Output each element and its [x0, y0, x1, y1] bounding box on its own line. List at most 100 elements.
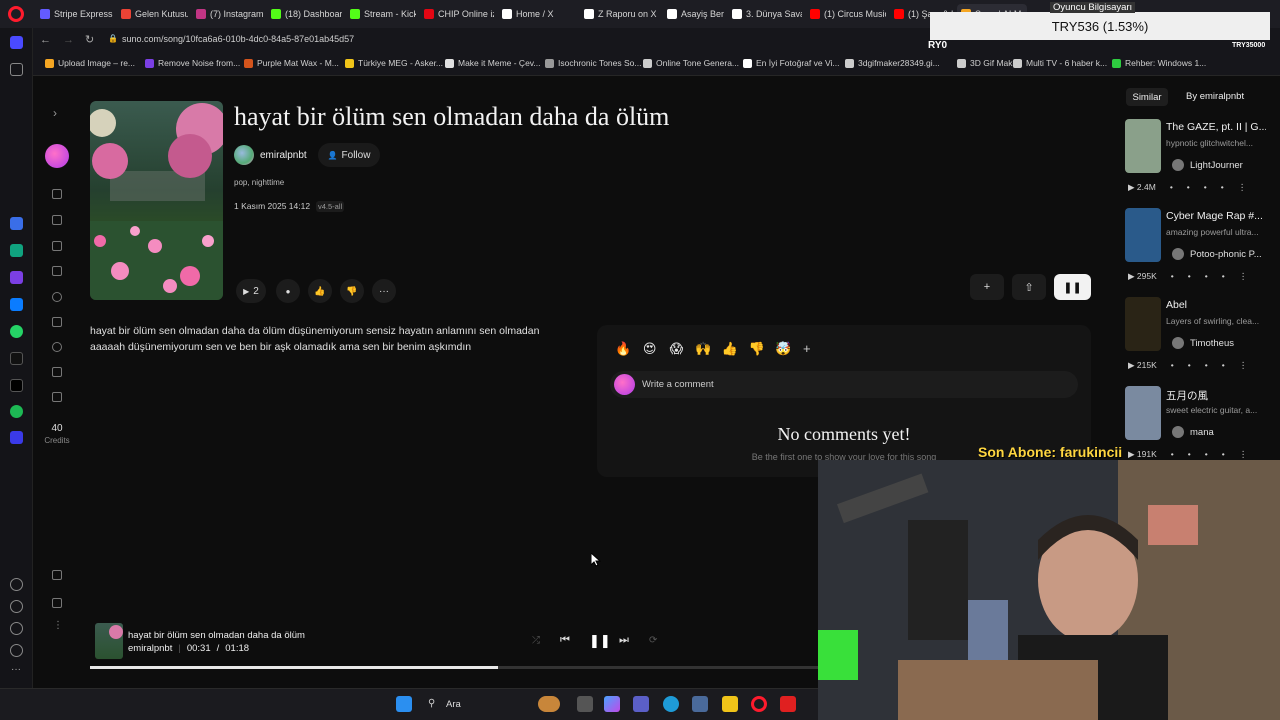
- app-icon[interactable]: [10, 271, 23, 284]
- spotify-icon[interactable]: [10, 405, 23, 418]
- history-icon[interactable]: [10, 600, 23, 613]
- bookmark-item[interactable]: Türkiye MEG - Asker...: [345, 58, 443, 68]
- similar-song-author[interactable]: Timotheus: [1172, 337, 1234, 349]
- author-avatar[interactable]: [234, 145, 254, 165]
- bookmark-item[interactable]: Remove Noise from...: [145, 58, 240, 68]
- comment-placeholder[interactable]: Write a comment: [642, 379, 714, 390]
- taskbar-search-icon[interactable]: ⚲: [428, 698, 435, 709]
- windows-start-icon[interactable]: [396, 696, 412, 712]
- player-artist[interactable]: emiralpnbt: [128, 643, 172, 654]
- comment-icon[interactable]: •: [1205, 449, 1208, 460]
- similar-song-thumbnail[interactable]: [1125, 297, 1161, 351]
- more-options-button[interactable]: ···: [372, 279, 396, 303]
- home-icon[interactable]: [10, 36, 23, 49]
- similar-song-title[interactable]: 五月の風: [1166, 388, 1266, 403]
- reaction-emoji[interactable]: 🤯: [775, 341, 791, 357]
- bookmark-item[interactable]: Purple Mat Wax - M...: [244, 58, 339, 68]
- share-icon[interactable]: •: [1222, 449, 1225, 460]
- comment-icon[interactable]: •: [1205, 271, 1208, 282]
- share-button[interactable]: ⇧: [1012, 274, 1046, 300]
- browser-tab[interactable]: Z Raporu on X: [580, 4, 659, 24]
- bookmark-item[interactable]: En İyi Fotoğraf ve Vi...: [743, 58, 839, 68]
- aria-icon[interactable]: [10, 217, 23, 230]
- back-icon[interactable]: ←: [40, 34, 51, 46]
- shuffle-icon[interactable]: ⤮: [532, 635, 540, 646]
- reload-icon[interactable]: ↻: [85, 33, 94, 46]
- thumbs-down-icon[interactable]: •: [1188, 449, 1191, 460]
- whatsapp-icon[interactable]: [10, 325, 23, 338]
- tab-similar[interactable]: Similar: [1126, 88, 1168, 106]
- more-icon[interactable]: ···: [11, 664, 21, 675]
- file-explorer-icon[interactable]: [722, 696, 738, 712]
- dislike-button[interactable]: 👎: [340, 279, 364, 303]
- library-nav-icon[interactable]: [52, 266, 62, 276]
- similar-song-author[interactable]: mana: [1172, 426, 1214, 438]
- app-taskbar-icon[interactable]: [780, 696, 796, 712]
- more-reactions-icon[interactable]: +: [803, 341, 811, 356]
- trash-nav-icon[interactable]: [52, 570, 62, 580]
- bookmark-item[interactable]: 3dgifmaker28349.gi...: [845, 58, 940, 68]
- create-nav-icon[interactable]: [52, 215, 62, 225]
- edge-icon[interactable]: [663, 696, 679, 712]
- teams-icon[interactable]: [633, 696, 649, 712]
- thumbs-down-icon[interactable]: •: [1187, 182, 1190, 193]
- reaction-emoji[interactable]: 👍: [722, 341, 738, 357]
- star-icon[interactable]: [10, 63, 23, 76]
- like-button[interactable]: 👍: [308, 279, 332, 303]
- more-icon[interactable]: ⋮: [1239, 271, 1248, 282]
- more-nav-icon[interactable]: ⋮: [53, 620, 63, 631]
- bookmark-item[interactable]: Upload Image – re...: [45, 58, 135, 68]
- follow-button[interactable]: 👤 Follow: [318, 143, 380, 167]
- browser-tab[interactable]: CHIP Online iz: [420, 4, 494, 24]
- browser-tab[interactable]: 3. Dünya Savaş: [728, 4, 802, 24]
- explore-nav-icon[interactable]: [52, 342, 62, 352]
- reaction-emoji[interactable]: 😍: [642, 341, 658, 357]
- bookmark-item[interactable]: Isochronic Tones So...: [545, 58, 641, 68]
- share-icon[interactable]: •: [1221, 182, 1224, 193]
- comment-button[interactable]: ●: [276, 279, 300, 303]
- play-count[interactable]: ▶ 2.4M: [1128, 182, 1156, 193]
- tiktok-icon[interactable]: [10, 352, 23, 365]
- copilot-icon[interactable]: [604, 696, 620, 712]
- thumbs-down-icon[interactable]: •: [1188, 271, 1191, 282]
- browser-tab[interactable]: (1) Circus Music: [806, 4, 886, 24]
- player-cover[interactable]: [95, 623, 123, 659]
- browser-tab[interactable]: Gelen Kutusu (: [117, 4, 188, 24]
- docs-nav-icon[interactable]: [52, 598, 62, 608]
- browser-tab[interactable]: Stripe Express: [36, 4, 113, 24]
- player-pause-icon[interactable]: ❚❚: [589, 633, 611, 649]
- pause-button[interactable]: ❚❚: [1054, 274, 1091, 300]
- thumbs-up-icon[interactable]: •: [1171, 360, 1174, 371]
- player-song-title[interactable]: hayat bir ölüm sen olmadan daha da ölüm: [128, 630, 305, 641]
- progress-bar[interactable]: [90, 666, 818, 669]
- play-count[interactable]: ▶ 191K: [1128, 449, 1157, 460]
- more-icon[interactable]: ⋮: [1238, 182, 1247, 193]
- similar-song-thumbnail[interactable]: [1125, 208, 1161, 262]
- previous-icon[interactable]: ⏮: [560, 634, 570, 647]
- expand-sidebar-icon[interactable]: ›: [53, 106, 57, 120]
- similar-song-title[interactable]: Abel: [1166, 299, 1266, 311]
- search-nav-icon[interactable]: [52, 292, 62, 302]
- x-icon[interactable]: [10, 379, 23, 392]
- similar-song-title[interactable]: Cyber Mage Rap #...: [1166, 210, 1266, 222]
- radio-nav-icon[interactable]: [52, 367, 62, 377]
- bookmark-item[interactable]: Rehber: Windows 1...: [1112, 58, 1206, 68]
- more-icon[interactable]: ⋮: [1239, 360, 1248, 371]
- similar-song-author[interactable]: Potoo-phonic P...: [1172, 248, 1262, 260]
- next-icon[interactable]: ⏭: [619, 634, 629, 647]
- reaction-emoji[interactable]: 😱: [668, 341, 684, 357]
- author-name[interactable]: emiralpnbt: [260, 150, 307, 161]
- similar-song-thumbnail[interactable]: [1125, 119, 1161, 173]
- messenger-icon[interactable]: [10, 298, 23, 311]
- play-count[interactable]: ▶ 295K: [1128, 271, 1157, 282]
- play-count-button[interactable]: ▶ 2: [236, 279, 266, 303]
- thumbs-up-icon[interactable]: •: [1171, 271, 1174, 282]
- thumbs-up-icon[interactable]: •: [1170, 182, 1173, 193]
- browser-tab[interactable]: (18) Dashboard: [267, 4, 342, 24]
- opera-taskbar-icon[interactable]: [751, 696, 767, 712]
- similar-song-thumbnail[interactable]: [1125, 386, 1161, 440]
- settings-icon[interactable]: [10, 622, 23, 635]
- add-to-playlist-button[interactable]: +: [970, 274, 1004, 300]
- repeat-icon[interactable]: ⟳: [649, 635, 657, 646]
- browser-tab[interactable]: Asayiş Berkem: [663, 4, 724, 24]
